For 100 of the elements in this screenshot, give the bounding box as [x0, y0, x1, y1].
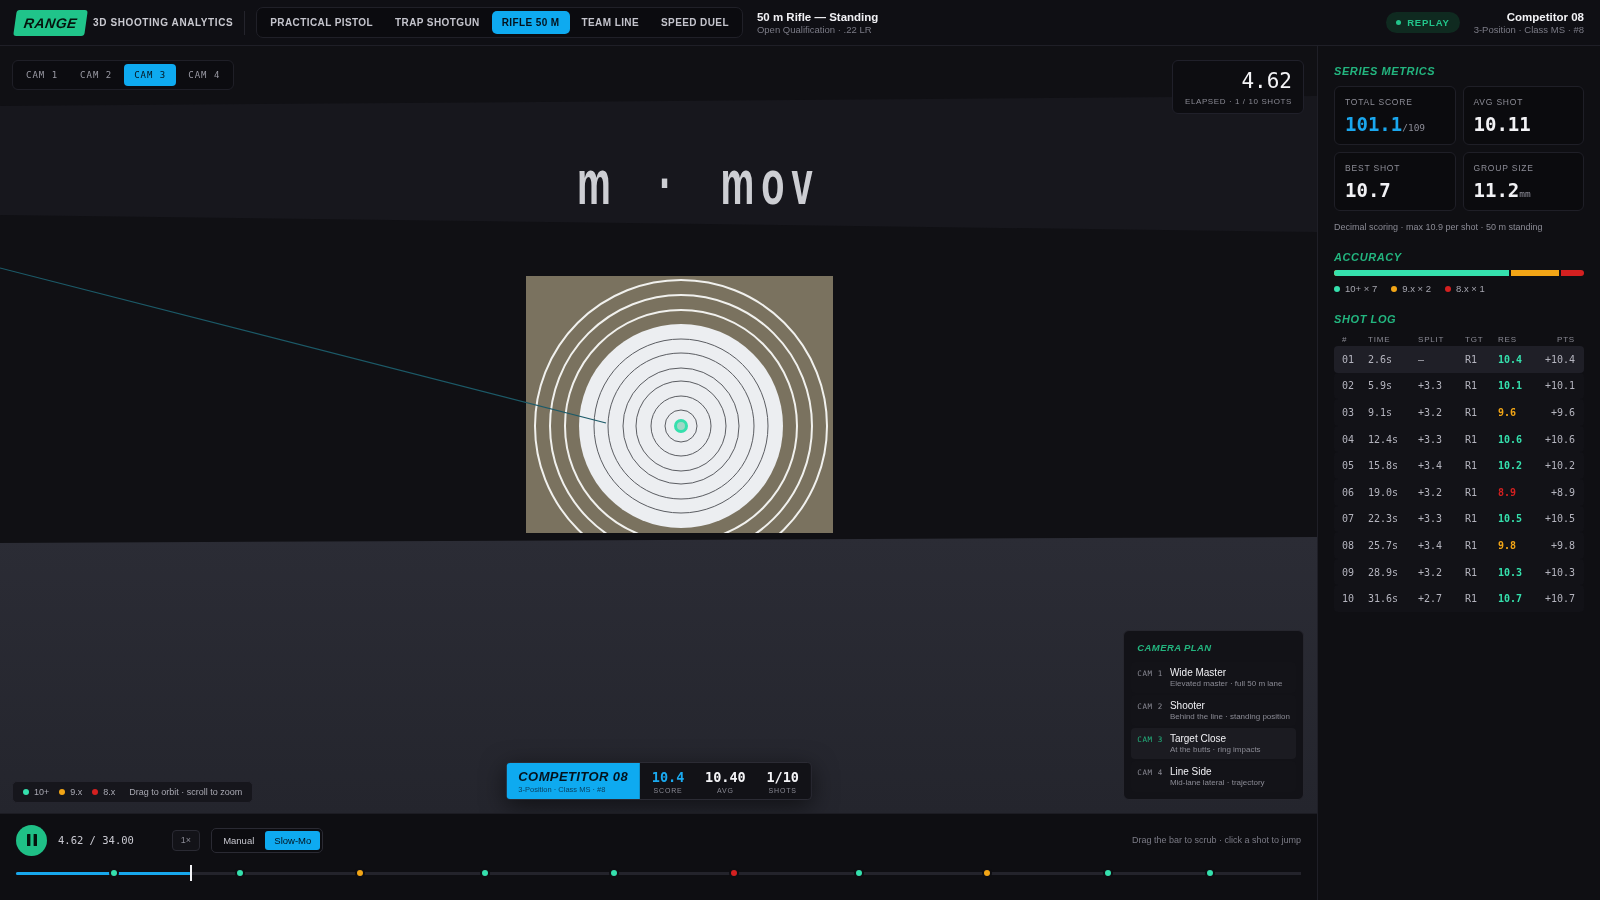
table-cell-text: 10.6 [1498, 433, 1524, 445]
table-cell-text: R1 [1465, 513, 1479, 525]
shot-marker-icon[interactable] [482, 870, 488, 876]
mode-option[interactable]: Manual [214, 830, 264, 850]
elapsed-value: 4.62 [1241, 68, 1292, 94]
sign-text: m · mov [577, 151, 820, 214]
elapsed-caption: ELAPSED · 1 / 10 SHOTS [1185, 97, 1292, 106]
table-cell-text: 9.6 [1498, 407, 1518, 418]
table-cell-text: 01 [1342, 353, 1356, 365]
shot-row[interactable]: 01 2.6s — R1 10.4 +10.4 [1334, 346, 1584, 373]
legend-label: 9.x [70, 787, 83, 797]
shot-marker-icon[interactable] [357, 870, 364, 876]
discipline-tab[interactable]: SPEED DUEL [651, 11, 739, 34]
table-cell-text: — [1418, 353, 1426, 365]
shot-marker-icon[interactable] [1206, 870, 1213, 876]
shot-marker-icon[interactable] [1105, 870, 1112, 876]
camera-name: Line Side [1169, 766, 1213, 777]
shot-marker-icon[interactable] [236, 870, 243, 876]
legend-label: 10+ [34, 787, 50, 797]
table-cell-text: +3.2 [1418, 486, 1444, 498]
competitor-name: Competitor 08 [1506, 10, 1584, 23]
discipline-tab[interactable]: TEAM LINE [571, 11, 650, 34]
shot-marker-icon[interactable] [984, 870, 991, 876]
shot-marker-icon[interactable] [855, 870, 862, 876]
badge-label: REPLAY [1407, 17, 1450, 28]
column-header: PTS [1557, 334, 1575, 344]
table-cell-text: 5.9s [1368, 380, 1394, 392]
table-cell-text: R1 [1465, 593, 1479, 605]
camera-description: Mid-lane lateral · trajectory [1169, 778, 1265, 787]
speed-button[interactable]: 1× [171, 829, 201, 851]
table-cell-text: 10.5 [1498, 513, 1524, 525]
table-cell-text: 31.6s [1368, 593, 1400, 605]
shot-row[interactable]: 07 22.3s +3.3 R1 10.5 +10.5 [1334, 505, 1584, 533]
camera-tab[interactable]: CAM 2 [70, 64, 123, 86]
table-cell-text: R1 [1465, 539, 1479, 551]
shot-marker-icon[interactable] [731, 870, 738, 876]
table-cell: +9.6 [1550, 407, 1575, 418]
shot-row[interactable]: 10 31.6s +2.7 R1 10.7 +10.7 [1334, 585, 1584, 612]
table-cell-text: 9.8 [1498, 539, 1518, 551]
table-cell-text: 07 [1342, 513, 1356, 525]
table-cell-text: +3.2 [1418, 407, 1444, 418]
camera-tab[interactable]: CAM 1 [16, 64, 69, 86]
table-cell-text: 2.6s [1368, 353, 1394, 365]
table-cell-text: 8.9 [1498, 486, 1518, 498]
table-cell-text: 22.3s [1368, 513, 1400, 525]
metric-label: TOTAL SCORE [1345, 97, 1414, 108]
table-cell-text: +3.3 [1418, 380, 1444, 392]
status-dot-icon [1396, 20, 1402, 25]
table-cell-text: 28.9s [1368, 566, 1400, 578]
table-cell-text: R1 [1465, 407, 1479, 418]
camera-tab[interactable]: CAM 4 [178, 64, 231, 86]
table-cell-text: 25.7s [1368, 539, 1400, 551]
orbit-hint: Drag to orbit · scroll to zoom [129, 787, 243, 797]
pause-button[interactable] [16, 824, 47, 856]
table-cell: +10.2 [1544, 460, 1575, 472]
table-cell-text: +3.4 [1418, 539, 1444, 551]
table-cell-text: R1 [1465, 460, 1479, 472]
legend-label: 9.x × 2 [1402, 283, 1432, 294]
table-cell-text: 9.1s [1368, 407, 1394, 418]
discipline-tab[interactable]: RIFLE 50 M [491, 11, 570, 34]
column-header: TIME [1368, 334, 1392, 344]
metric-label: GROUP SIZE [1473, 163, 1535, 174]
hit-marker-icon [674, 419, 688, 433]
table-cell-text: 08 [1342, 539, 1356, 551]
table-cell-text: +3.3 [1418, 513, 1444, 525]
hud-competitor-name: COMPETITOR 08 [518, 769, 629, 784]
table-cell-text: +3.3 [1418, 433, 1444, 445]
shot-row[interactable]: 03 9.1s +3.2 R1 9.6 +9.6 [1334, 399, 1584, 426]
camera-name: Shooter [1169, 700, 1206, 711]
column-header: SPLIT [1418, 334, 1446, 344]
table-cell-text: 10.4 [1498, 353, 1524, 365]
metric-label: BEST SHOT [1345, 163, 1402, 174]
playhead-handle[interactable] [189, 865, 192, 881]
shot-row[interactable]: 02 5.9s +3.3 R1 10.1 +10.1 [1334, 372, 1584, 400]
table-cell-text: 03 [1342, 407, 1356, 418]
shot-row[interactable]: 06 19.0s +3.2 R1 8.9 +8.9 [1334, 478, 1584, 506]
shot-row[interactable]: 04 12.4s +3.3 R1 10.6 +10.6 [1334, 425, 1584, 453]
discipline-tab[interactable]: PRACTICAL PISTOL [260, 11, 383, 34]
table-cell: +10.5 [1544, 513, 1575, 525]
stat-value: 10.4 [651, 768, 685, 785]
camera-description: Elevated master · full 50 m lane [1169, 679, 1283, 688]
table-cell-text: +2.7 [1418, 593, 1444, 605]
mode-option[interactable]: Slow-Mo [265, 830, 321, 850]
shot-marker-icon[interactable] [610, 870, 617, 876]
section-title: ACCURACY [1334, 250, 1403, 264]
shot-marker-icon[interactable] [110, 870, 117, 876]
shot-row[interactable]: 09 28.9s +3.2 R1 10.3 +10.3 [1334, 558, 1584, 586]
shot-row[interactable]: 08 25.7s +3.4 R1 9.8 +9.8 [1334, 532, 1584, 559]
legend-label: 8.x [103, 787, 116, 797]
camera-tab[interactable]: CAM 3 [124, 64, 177, 86]
table-cell-text: +3.2 [1418, 566, 1444, 578]
discipline-tab[interactable]: TRAP SHOTGUN [385, 11, 490, 34]
shot-row[interactable]: 05 15.8s +3.4 R1 10.2 +10.2 [1334, 452, 1584, 479]
table-cell: +10.1 [1544, 380, 1575, 392]
table-cell-text: R1 [1465, 486, 1479, 498]
stat-value: 10.40 [705, 768, 746, 785]
table-cell-text: 19.0s [1368, 486, 1400, 498]
table-cell: +10.6 [1544, 433, 1575, 445]
table-cell-text: 10.2 [1498, 460, 1524, 472]
metric-value: 101.1 [1345, 112, 1403, 136]
